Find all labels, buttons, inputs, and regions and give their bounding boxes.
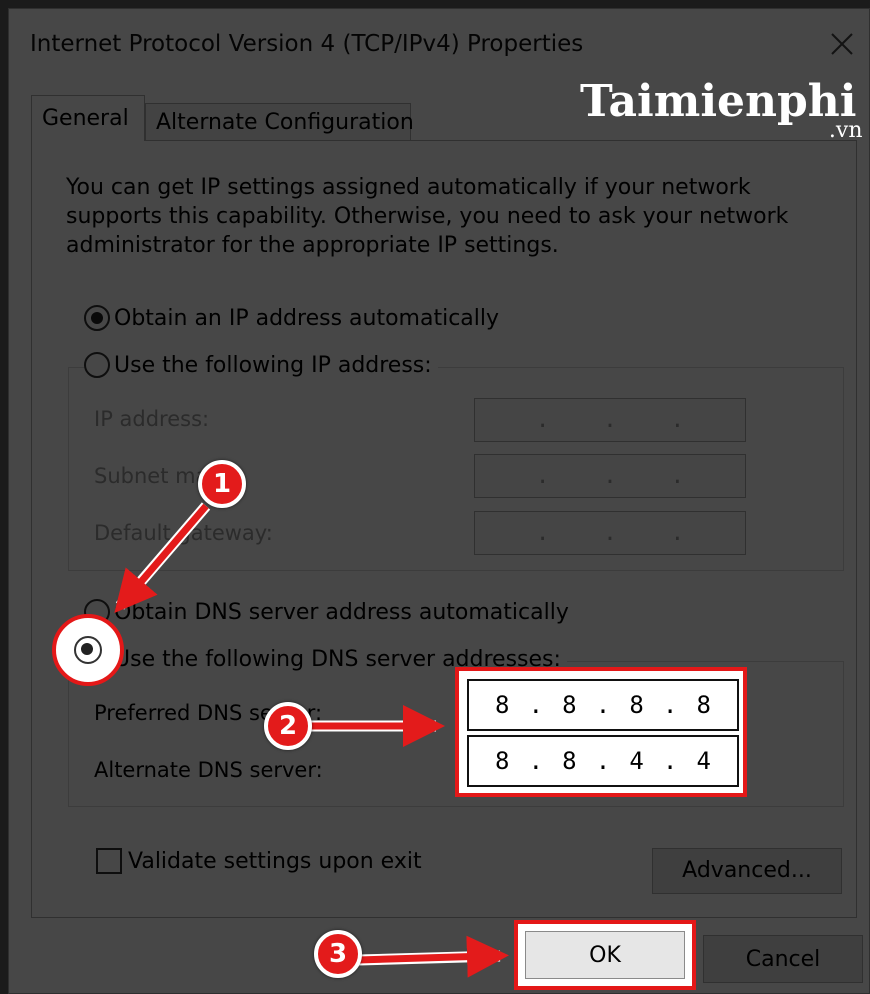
close-icon[interactable] [827, 29, 857, 59]
general-panel: You can get IP settings assigned automat… [31, 140, 857, 918]
validate-settings-checkbox[interactable] [96, 848, 122, 874]
watermark-suffix: .vn [828, 118, 863, 143]
radio-label: Use the following IP address: [114, 352, 432, 378]
radio-button-icon[interactable] [74, 636, 102, 664]
description-text: You can get IP settings assigned automat… [66, 175, 789, 258]
radio-label: Obtain an IP address automatically [114, 305, 500, 331]
ok-button[interactable]: OK [525, 931, 685, 979]
tab-general[interactable]: General [31, 95, 145, 141]
window-title: Internet Protocol Version 4 (TCP/IPv4) P… [30, 31, 584, 57]
cancel-button[interactable]: Cancel [703, 935, 863, 983]
octet: 8 [629, 691, 644, 719]
default-gateway-label: Default gateway: [94, 521, 273, 545]
tab-alternate-configuration[interactable]: Alternate Configuration [145, 103, 414, 141]
highlight-dns-radio[interactable] [52, 614, 124, 686]
subnet-mask-input[interactable]: ... [474, 454, 746, 498]
validate-settings-label: Validate settings upon exit [128, 848, 422, 874]
octet: 4 [696, 747, 711, 775]
validate-settings-checkbox-row[interactable]: Validate settings upon exit [96, 848, 422, 874]
highlight-ok: OK [514, 920, 696, 990]
ipv4-properties-dialog: Internet Protocol Version 4 (TCP/IPv4) P… [8, 8, 870, 994]
radio-obtain-ip-auto[interactable]: Obtain an IP address automatically [84, 305, 499, 331]
default-gateway-input[interactable]: ... [474, 511, 746, 555]
radio-obtain-dns-auto[interactable]: Obtain DNS server address automatically [84, 599, 569, 625]
radio-button-icon[interactable] [84, 305, 110, 331]
octet: 8 [562, 691, 577, 719]
octet: 8 [495, 747, 510, 775]
preferred-dns-input[interactable]: 8. 8. 8. 8 [467, 679, 739, 731]
step-1-badge: 1 [198, 460, 246, 508]
ip-address-label: IP address: [94, 407, 210, 431]
alternate-dns-input[interactable]: 8. 8. 4. 4 [467, 735, 739, 787]
title-bar: Internet Protocol Version 4 (TCP/IPv4) P… [9, 9, 869, 81]
octet: 8 [495, 691, 510, 719]
radio-button-icon[interactable] [84, 352, 110, 378]
radio-use-following-ip[interactable]: Use the following IP address: [84, 352, 438, 378]
octet: 4 [629, 747, 644, 775]
ip-address-input[interactable]: ... [474, 398, 746, 442]
advanced-button[interactable]: Advanced... [652, 848, 842, 894]
octet: 8 [696, 691, 711, 719]
step-2-badge: 2 [264, 702, 312, 750]
radio-label: Obtain DNS server address automatically [114, 599, 569, 625]
octet: 8 [562, 747, 577, 775]
watermark-brand: Taimienphi [580, 76, 857, 127]
alternate-dns-label: Alternate DNS server: [94, 758, 323, 782]
step-3-badge: 3 [314, 930, 362, 978]
highlight-dns-fields: 8. 8. 8. 8 8. 8. 4. 4 [455, 667, 747, 797]
taimienphi-watermark-logo: Taimienphi .vn [580, 76, 862, 143]
